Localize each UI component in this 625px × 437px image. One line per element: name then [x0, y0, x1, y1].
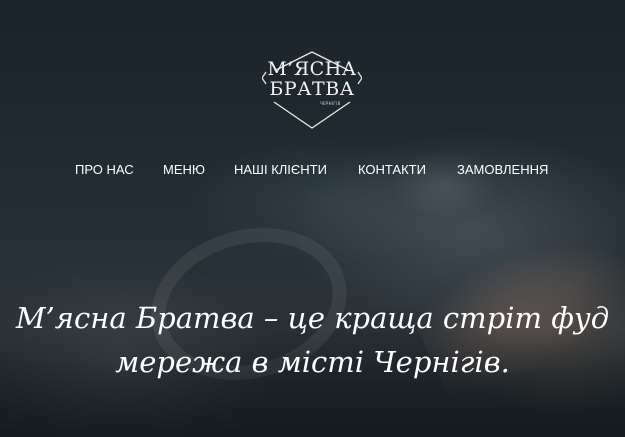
- nav-item-orders[interactable]: ЗАМОВЛЕННЯ: [457, 161, 548, 179]
- nav-item-about[interactable]: ПРО НАС: [75, 161, 134, 179]
- logo-city-text: ЧЕРНІГІВ: [320, 101, 341, 106]
- main-navigation: ПРО НАС МЕНЮ НАШІ КЛІЄНТИ КОНТАКТИ ЗАМОВ…: [0, 161, 625, 181]
- hero-section: М’ЯСНА БРАТВА ЧЕРНІГІВ ПРО НАС МЕНЮ НАШІ…: [0, 0, 625, 437]
- nav-item-clients[interactable]: НАШІ КЛІЄНТИ: [234, 161, 327, 179]
- hero-headline-line1: М’ясна Братва – це краща стріт фуд: [15, 301, 610, 335]
- logo-text-line1: М’ЯСНА: [267, 58, 357, 80]
- logo-text-line2: БРАТВА: [269, 78, 355, 100]
- site-logo[interactable]: М’ЯСНА БРАТВА ЧЕРНІГІВ: [262, 46, 362, 130]
- nav-item-contacts[interactable]: КОНТАКТИ: [358, 161, 426, 179]
- nav-item-menu[interactable]: МЕНЮ: [163, 161, 205, 179]
- hero-headline: М’ясна Братва – це краща стріт фуд мереж…: [0, 296, 625, 384]
- hero-headline-line2: мережа в місті Чернігів.: [115, 345, 510, 379]
